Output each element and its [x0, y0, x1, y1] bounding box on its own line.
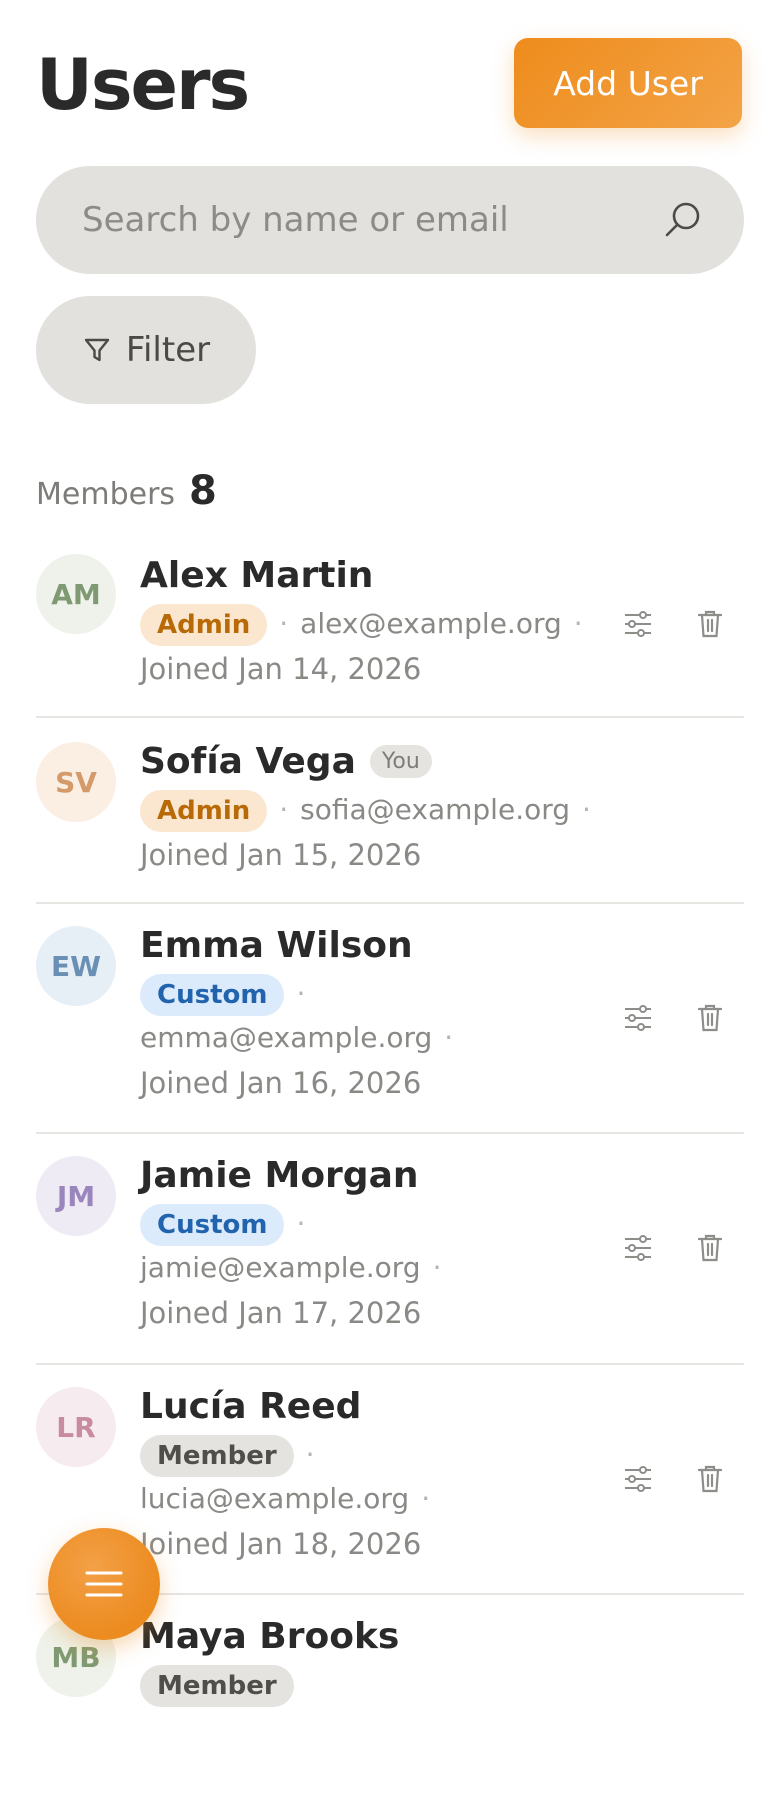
- user-email: emma@example.org: [140, 1021, 433, 1054]
- role-badge: Custom: [140, 1204, 285, 1246]
- joined-date: Joined Jan 15, 2026: [140, 838, 422, 872]
- you-badge: You: [369, 744, 432, 778]
- avatar: SV: [36, 742, 116, 822]
- filter-label: Filter: [125, 330, 211, 370]
- user-email: jamie@example.org: [140, 1251, 421, 1284]
- sliders-icon[interactable]: [622, 608, 654, 640]
- sliders-icon[interactable]: [622, 1002, 654, 1034]
- user-row[interactable]: SV Sofía Vega You Admin · sofia@example.or…: [36, 718, 744, 904]
- user-name: Alex Martin: [140, 554, 374, 596]
- user-row[interactable]: AM Alex Martin Admin · alex@example.org · J…: [36, 530, 744, 718]
- trash-icon[interactable]: [694, 1232, 726, 1264]
- joined-date: Joined Jan 16, 2026: [140, 1066, 422, 1100]
- trash-icon[interactable]: [694, 1002, 726, 1034]
- user-email: alex@example.org: [300, 607, 562, 640]
- role-badge: Member: [140, 1665, 294, 1707]
- menu-fab[interactable]: [48, 1528, 160, 1640]
- avatar: AM: [36, 554, 116, 634]
- filter-icon: [84, 338, 110, 362]
- role-badge: Admin: [140, 790, 268, 832]
- search-input[interactable]: [80, 199, 662, 241]
- joined-date: Joined Jan 17, 2026: [140, 1296, 422, 1330]
- avatar: JM: [36, 1156, 116, 1236]
- menu-icon: [85, 1571, 123, 1597]
- members-label: Members: [36, 477, 176, 512]
- members-count: 8: [189, 468, 217, 514]
- user-row[interactable]: MB Maya Brooks Member: [36, 1595, 744, 1795]
- user-email: sofia@example.org: [300, 793, 571, 826]
- user-row[interactable]: EW Emma Wilson Custom · emma@example.org · …: [36, 904, 744, 1134]
- user-name: Maya Brooks: [140, 1615, 400, 1657]
- filter-button[interactable]: Filter: [36, 296, 256, 404]
- trash-icon[interactable]: [694, 608, 726, 640]
- user-email: lucia@example.org: [140, 1482, 410, 1515]
- search-bar[interactable]: [36, 166, 744, 274]
- joined-date: Joined Jan 14, 2026: [140, 652, 422, 686]
- search-icon[interactable]: [662, 199, 704, 241]
- members-heading: Members 8: [36, 468, 217, 514]
- user-name: Emma Wilson: [140, 924, 413, 966]
- joined-date: Joined Jan 18, 2026: [140, 1527, 422, 1561]
- role-badge: Custom: [140, 974, 285, 1016]
- user-name: Sofía Vega: [140, 740, 356, 782]
- avatar: LR: [36, 1387, 116, 1467]
- user-name: Jamie Morgan: [140, 1154, 419, 1196]
- trash-icon[interactable]: [694, 1463, 726, 1495]
- role-badge: Admin: [140, 604, 268, 646]
- page-title: Users: [36, 44, 250, 126]
- sliders-icon[interactable]: [622, 1463, 654, 1495]
- avatar: EW: [36, 926, 116, 1006]
- user-name: Lucía Reed: [140, 1385, 362, 1427]
- user-row[interactable]: JM Jamie Morgan Custom · jamie@example.org…: [36, 1134, 744, 1365]
- add-user-button[interactable]: Add User: [514, 38, 742, 128]
- role-badge: Member: [140, 1435, 294, 1477]
- sliders-icon[interactable]: [622, 1232, 654, 1264]
